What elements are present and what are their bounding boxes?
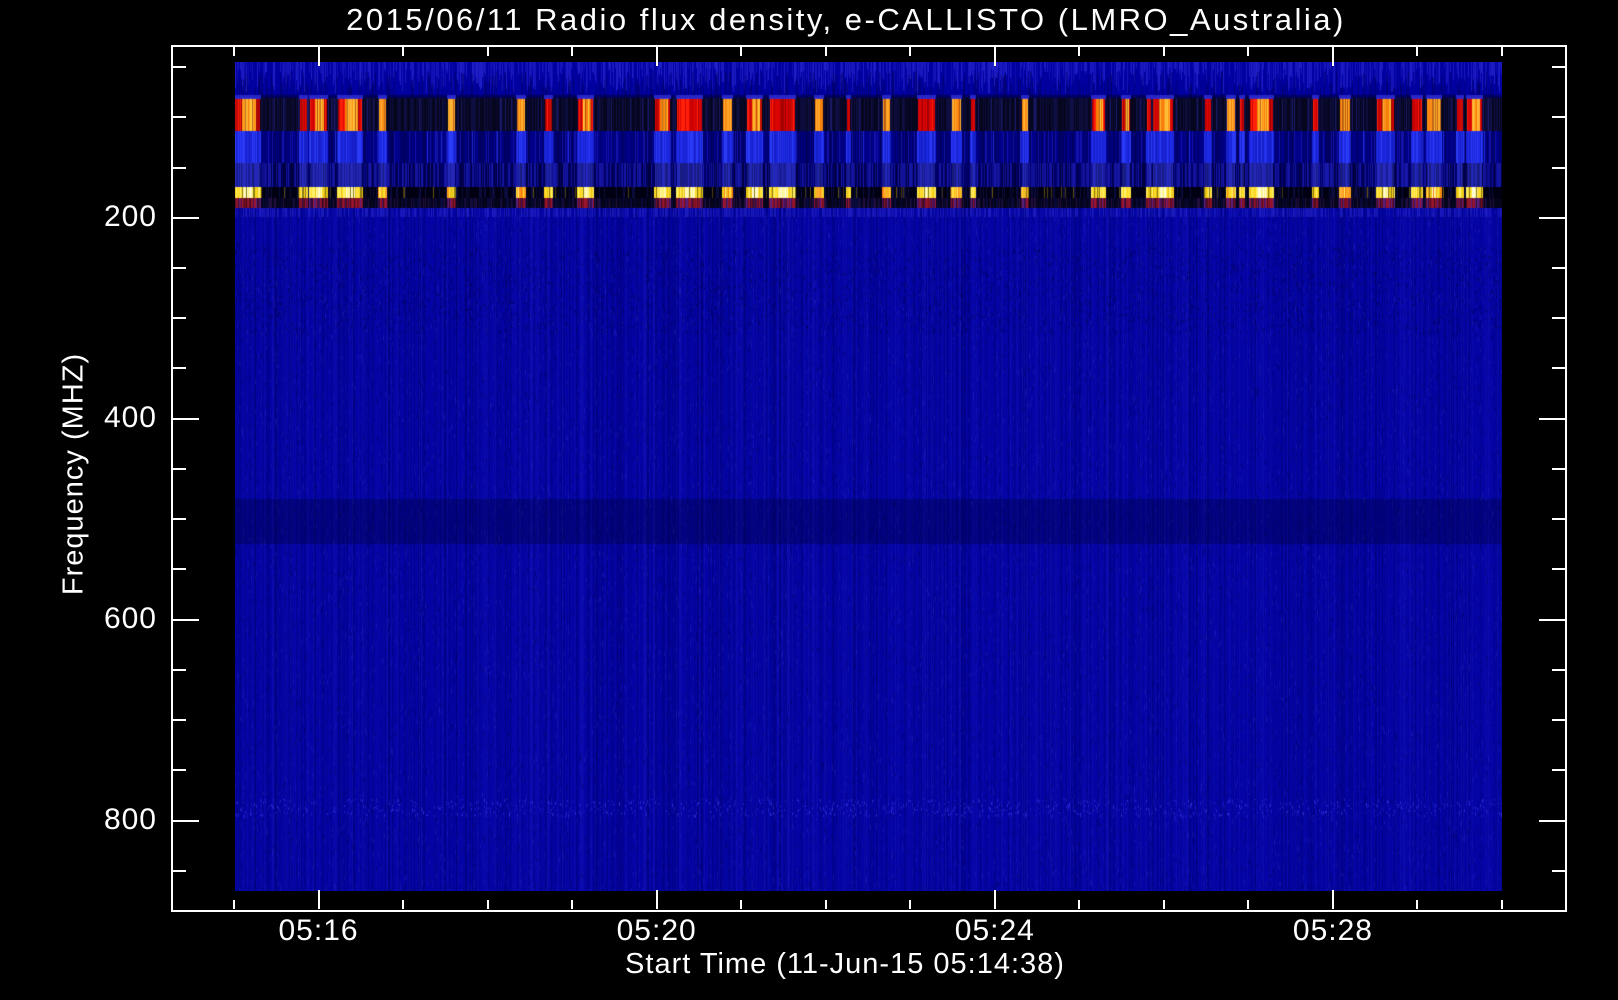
x-tick-mark: [233, 900, 235, 909]
y-tick-mark: [173, 618, 199, 621]
x-tick-mark-top: [1331, 47, 1334, 66]
y-tick-mark-right: [1552, 317, 1565, 320]
y-tick-mark-right: [1552, 769, 1565, 772]
y-tick-mark-right: [1552, 266, 1565, 269]
x-tick-mark: [1247, 900, 1250, 909]
x-axis-title: Start Time (11-Jun-15 05:14:38): [625, 948, 1065, 980]
y-tick-mark-right: [1552, 568, 1565, 571]
x-tick-mark-top: [1501, 47, 1503, 56]
x-tick-mark: [909, 900, 912, 909]
y-tick-mark: [173, 66, 186, 69]
y-tick-mark: [173, 266, 186, 269]
x-tick-mark: [486, 900, 489, 909]
x-tick-mark-top: [317, 47, 320, 66]
x-tick-mark: [1162, 900, 1165, 909]
x-tick-mark: [402, 900, 405, 909]
y-tick-mark: [173, 467, 186, 470]
y-tick-mark: [173, 769, 186, 772]
y-tick-label: 800: [103, 802, 157, 836]
x-tick-mark: [655, 890, 658, 909]
y-tick-mark: [173, 568, 186, 571]
x-tick-label: 05:28: [1292, 914, 1373, 947]
y-tick-mark-right: [1552, 166, 1565, 169]
y-tick-label: 600: [103, 601, 157, 635]
x-tick-mark: [1501, 900, 1503, 909]
y-tick-mark-right: [1552, 668, 1565, 671]
x-tick-label: 05:20: [616, 914, 697, 947]
y-tick-mark: [173, 116, 186, 119]
y-tick-mark: [173, 719, 186, 722]
x-tick-mark-top: [655, 47, 658, 66]
x-tick-mark-top: [1416, 47, 1419, 56]
x-tick-mark-top: [571, 47, 574, 56]
y-tick-mark-right: [1539, 618, 1565, 621]
x-tick-mark: [317, 890, 320, 909]
x-tick-mark-top: [1247, 47, 1250, 56]
y-tick-mark-right: [1539, 216, 1565, 219]
y-tick-mark-right: [1552, 518, 1565, 521]
x-tick-mark: [740, 900, 743, 909]
y-tick-mark: [173, 869, 186, 872]
y-tick-mark: [173, 417, 199, 420]
x-tick-mark-top: [824, 47, 827, 56]
y-tick-mark-right: [1552, 719, 1565, 722]
y-tick-mark-right: [1552, 66, 1565, 69]
y-tick-mark-right: [1552, 869, 1565, 872]
x-tick-mark-top: [1162, 47, 1165, 56]
x-tick-mark: [824, 900, 827, 909]
y-tick-mark: [173, 668, 186, 671]
y-tick-mark: [173, 216, 199, 219]
x-tick-mark-top: [993, 47, 996, 66]
y-tick-mark-right: [1539, 417, 1565, 420]
y-tick-mark: [173, 166, 186, 169]
chart-title: 2015/06/11 Radio flux density, e-CALLIST…: [346, 2, 1346, 37]
x-tick-mark: [571, 900, 574, 909]
x-tick-mark-top: [402, 47, 405, 56]
y-axis-title: Frequency (MHZ): [57, 352, 90, 596]
x-tick-label: 05:16: [278, 914, 359, 947]
y-tick-mark: [173, 518, 186, 521]
x-tick-mark-top: [909, 47, 912, 56]
x-tick-mark-top: [1078, 47, 1081, 56]
x-tick-mark: [993, 890, 996, 909]
x-tick-mark: [1416, 900, 1419, 909]
x-tick-mark: [1331, 890, 1334, 909]
y-tick-mark-right: [1552, 467, 1565, 470]
y-tick-mark-right: [1552, 116, 1565, 119]
x-tick-mark-top: [233, 47, 235, 56]
x-tick-mark: [1078, 900, 1081, 909]
x-tick-mark-top: [486, 47, 489, 56]
spectrogram-window: 2015/06/11 Radio flux density, e-CALLIST…: [0, 0, 1618, 1000]
y-tick-mark: [173, 317, 186, 320]
y-tick-mark-right: [1552, 367, 1565, 370]
x-tick-mark-top: [740, 47, 743, 56]
x-tick-label: 05:24: [954, 914, 1035, 947]
y-tick-mark: [173, 819, 199, 822]
y-tick-mark-right: [1539, 819, 1565, 822]
spectrogram-canvas: [235, 62, 1502, 891]
y-tick-label: 200: [103, 199, 157, 233]
y-tick-mark: [173, 367, 186, 370]
